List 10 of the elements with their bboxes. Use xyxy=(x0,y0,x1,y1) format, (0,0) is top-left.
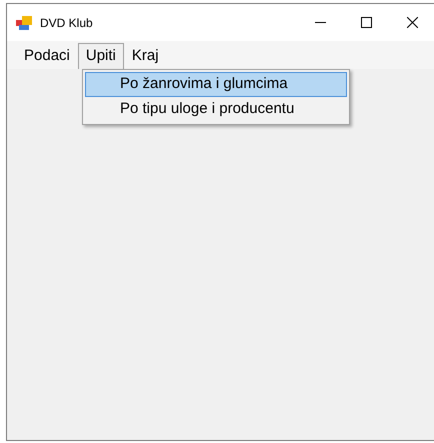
dropdown-item[interactable]: Po žanrovima i glumcima xyxy=(85,72,347,97)
menu-item[interactable]: Kraj xyxy=(124,43,167,69)
maximize-icon xyxy=(360,17,372,28)
app-icon xyxy=(16,16,32,30)
menu-item[interactable]: Upiti xyxy=(78,43,124,69)
menu-item[interactable]: Podaci xyxy=(16,43,78,69)
window-title: DVD Klub xyxy=(40,14,93,32)
minimize-icon xyxy=(314,22,326,23)
close-icon xyxy=(406,17,418,28)
dropdown-item[interactable]: Po tipu uloge i producentu xyxy=(85,97,347,122)
